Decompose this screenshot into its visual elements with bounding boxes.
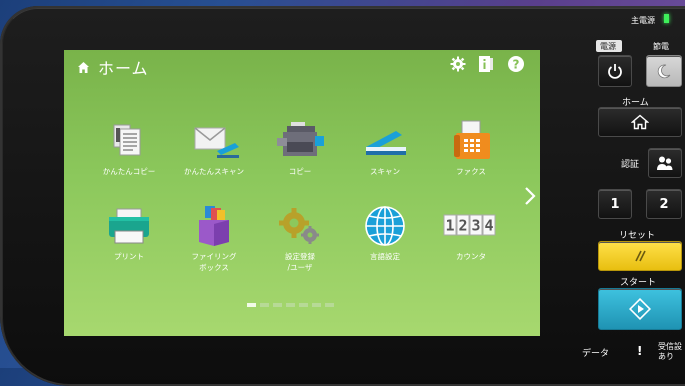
home-icon <box>78 61 89 73</box>
page-dot[interactable] <box>286 303 295 307</box>
touch-screen: ホーム ? かんたんコピー かんたんスキャン コピー スキャン ファクス プリン… <box>64 50 540 336</box>
svg-text:?: ? <box>513 58 520 72</box>
page-dot[interactable] <box>247 303 256 307</box>
counter-icon: 1 2 3 4 <box>443 214 496 236</box>
page-dot[interactable] <box>312 303 321 307</box>
print-icon <box>109 208 149 244</box>
app-copy[interactable]: コピー <box>263 118 337 177</box>
reset-slash-icon <box>635 250 646 262</box>
settings-user-icon <box>279 208 319 244</box>
home-button[interactable] <box>598 107 682 137</box>
app-label: 設定登録 /ユーザ <box>285 252 315 272</box>
app-label: コピー <box>288 167 312 176</box>
receive-label: 受信設 あり <box>658 342 682 361</box>
svg-text:3: 3 <box>471 217 480 235</box>
users-icon <box>657 156 673 170</box>
settings-gear-icon[interactable] <box>448 54 468 74</box>
app-fax[interactable]: ファクス <box>434 118 508 177</box>
app-counter[interactable]: 1 2 3 4 カウンタ <box>434 203 508 262</box>
key-2-button[interactable]: 2 <box>646 189 682 219</box>
app-label: かんたんスキャン <box>184 167 244 176</box>
moon-icon <box>657 64 671 79</box>
information-icon[interactable] <box>476 54 496 74</box>
key-1-label: 1 <box>610 196 620 212</box>
app-label: スキャン <box>370 167 400 176</box>
main-power-led <box>664 14 669 23</box>
screen-title-label: ホーム <box>98 59 149 78</box>
svg-text:1: 1 <box>445 217 454 235</box>
svg-text:4: 4 <box>484 217 493 235</box>
start-diamond-icon <box>629 298 651 320</box>
page-dot[interactable] <box>299 303 308 307</box>
start-label: スタート <box>620 278 657 288</box>
app-settings-user[interactable]: 設定登録 /ユーザ <box>263 203 337 273</box>
app-label: 言語設定 <box>370 252 400 261</box>
app-print[interactable]: プリント <box>92 203 166 262</box>
page-indicator <box>247 303 334 307</box>
energy-save-button[interactable] <box>646 55 682 87</box>
error-indicator-label: ! <box>637 344 643 358</box>
start-button[interactable] <box>598 288 682 330</box>
app-language[interactable]: 言語設定 <box>348 203 422 262</box>
app-label: ファイリング ボックス <box>191 252 237 272</box>
copy-icon <box>277 122 324 156</box>
page-dot[interactable] <box>325 303 334 307</box>
app-label: プリント <box>114 252 144 261</box>
eco-label: 節電 <box>653 42 669 51</box>
app-easy-copy[interactable]: かんたんコピー <box>92 118 166 177</box>
power-button[interactable] <box>598 55 632 87</box>
language-icon <box>365 206 405 246</box>
app-label: かんたんコピー <box>102 167 156 176</box>
power-icon <box>608 64 622 79</box>
main-power-label: 主電源 <box>631 16 655 25</box>
easy-copy-icon <box>113 124 141 156</box>
app-scan[interactable]: スキャン <box>348 118 422 177</box>
key-1-button[interactable]: 1 <box>598 189 632 219</box>
filing-box-icon <box>199 206 229 246</box>
app-easy-scan[interactable]: かんたんスキャン <box>177 118 251 177</box>
app-label: カウンタ <box>456 252 486 261</box>
app-label: ファクス <box>456 167 486 176</box>
reset-button[interactable] <box>598 241 682 271</box>
scan-icon <box>366 131 406 155</box>
app-filing-box[interactable]: ファイリング ボックス <box>177 203 251 273</box>
authentication-button[interactable] <box>648 148 682 178</box>
key-2-label: 2 <box>659 196 669 212</box>
svg-text:2: 2 <box>458 217 467 235</box>
screen-header: ホーム ? <box>64 50 540 80</box>
reset-label: リセット <box>619 231 656 241</box>
data-label: データ <box>582 349 610 359</box>
page-dot[interactable] <box>273 303 282 307</box>
auth-label: 認証 <box>621 160 640 170</box>
home-outline-icon <box>631 114 649 130</box>
screen-title: ホーム <box>77 55 149 79</box>
easy-scan-icon <box>194 127 239 158</box>
fax-icon <box>454 120 490 159</box>
help-icon[interactable]: ? <box>506 54 526 74</box>
power-label: 電源 <box>600 42 616 51</box>
next-page-chevron-icon[interactable] <box>522 184 538 208</box>
page-dot[interactable] <box>260 303 269 307</box>
